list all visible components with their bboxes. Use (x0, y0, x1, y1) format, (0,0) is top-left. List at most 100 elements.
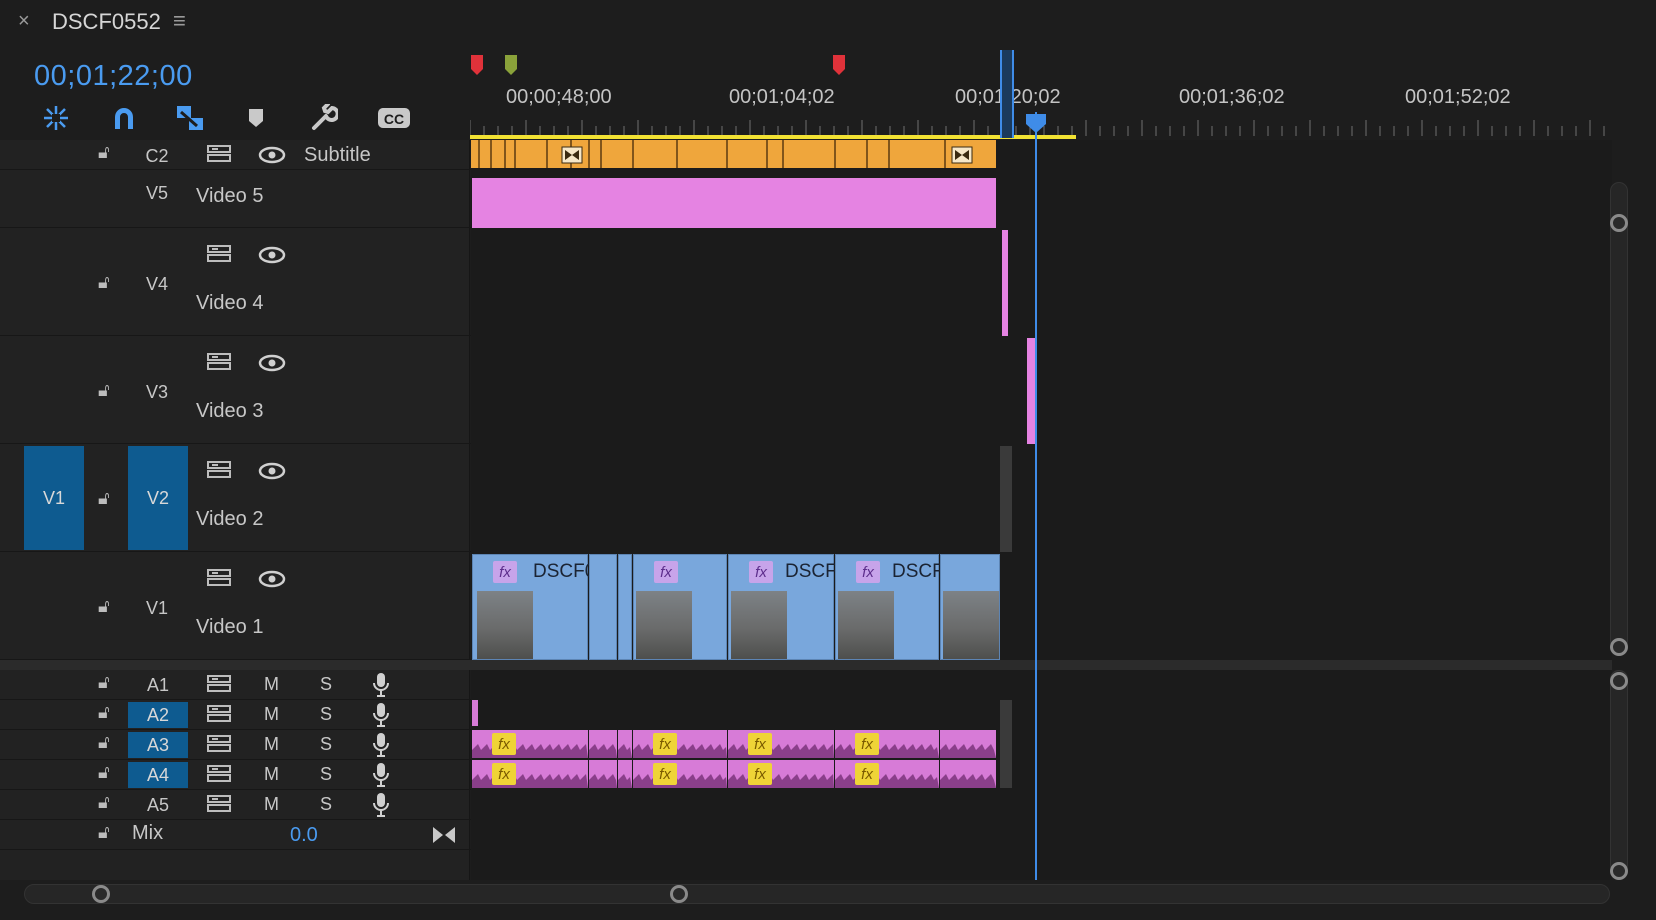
sync-lock-icon[interactable] (206, 460, 232, 485)
lock-icon[interactable]: 🔓︎ (98, 762, 110, 783)
audio-clip[interactable] (940, 760, 996, 788)
track-target-a5[interactable]: A5 (128, 792, 188, 818)
snap-in-sequence-icon[interactable] (38, 104, 74, 132)
marker-green[interactable] (504, 54, 518, 76)
video-clip[interactable]: fx DSCF (835, 554, 944, 660)
mute-button[interactable]: M (264, 734, 279, 755)
audio-clip[interactable] (618, 760, 632, 788)
audio-clip[interactable]: fx (835, 760, 939, 788)
zoom-right-handle[interactable] (670, 885, 688, 903)
sequence-tab-title[interactable]: DSCF0552 (52, 9, 161, 35)
track-id[interactable]: V4 (127, 274, 187, 295)
sync-lock-icon[interactable] (206, 734, 232, 759)
mute-button[interactable]: M (264, 764, 279, 785)
track-target-v2[interactable]: V2 (128, 446, 188, 550)
audio-clip[interactable] (940, 730, 996, 758)
solo-button[interactable]: S (320, 764, 332, 785)
eye-icon[interactable] (258, 246, 286, 269)
sync-lock-icon[interactable] (206, 568, 232, 593)
track-target-a4[interactable]: A4 (128, 762, 188, 788)
playhead-timecode[interactable]: 00;01;22;00 (34, 60, 193, 93)
transition-icon[interactable] (561, 146, 583, 169)
video-clip[interactable] (618, 554, 632, 660)
microphone-icon[interactable] (372, 762, 390, 793)
audio-clip[interactable]: fx (835, 730, 939, 758)
wrench-icon[interactable] (306, 104, 342, 132)
lock-icon[interactable]: 🔓︎ (98, 702, 110, 723)
video-clip[interactable] (940, 554, 1000, 660)
playhead-handle[interactable] (1024, 112, 1048, 134)
video-clip[interactable]: fx DSCF0 (472, 554, 595, 660)
video-clip[interactable]: fx (633, 554, 727, 660)
close-tab-button[interactable]: × (18, 10, 30, 33)
eye-icon[interactable] (258, 570, 286, 593)
sync-lock-icon[interactable] (206, 794, 232, 819)
eye-icon[interactable] (258, 462, 286, 485)
sync-lock-icon[interactable] (206, 352, 232, 377)
work-area-bar[interactable] (470, 135, 1076, 139)
mix-value[interactable]: 0.0 (290, 824, 318, 847)
mute-button[interactable]: M (264, 704, 279, 725)
lock-icon[interactable]: 🔓︎ (98, 822, 110, 843)
audio-clip[interactable] (472, 700, 478, 726)
source-patch-v1[interactable]: V1 (24, 446, 84, 550)
microphone-icon[interactable] (372, 792, 390, 823)
track-id[interactable]: V1 (127, 598, 187, 619)
scroll-handle[interactable] (1610, 638, 1628, 656)
lock-icon[interactable]: 🔓︎ (98, 672, 110, 693)
lock-icon[interactable]: 🔓︎ (98, 792, 110, 813)
track-target-a1[interactable]: A1 (128, 672, 188, 698)
audio-clip[interactable]: fx (472, 760, 588, 788)
mute-button[interactable]: M (264, 794, 279, 815)
audio-clip[interactable] (589, 760, 617, 788)
panel-menu-icon[interactable]: ≡ (173, 8, 186, 34)
scroll-handle[interactable] (1610, 672, 1628, 690)
sync-lock-icon[interactable] (206, 244, 232, 269)
microphone-icon[interactable] (372, 672, 390, 703)
audio-clip[interactable] (618, 730, 632, 758)
go-to-in-out-icon[interactable] (432, 826, 456, 849)
mute-button[interactable]: M (264, 674, 279, 695)
video-clip[interactable] (589, 554, 617, 660)
scroll-handle[interactable] (1610, 862, 1628, 880)
audio-clip[interactable] (589, 730, 617, 758)
track-id[interactable]: V5 (127, 183, 187, 204)
in-out-range[interactable] (1000, 50, 1014, 138)
linked-selection-icon[interactable] (172, 104, 208, 132)
track-target-a3[interactable]: A3 (128, 732, 188, 758)
horizontal-zoom-scrollbar[interactable] (24, 884, 1610, 904)
audio-vertical-scrollbar[interactable] (1610, 670, 1628, 874)
playhead-line[interactable] (1035, 112, 1037, 880)
video4-clip[interactable] (1002, 230, 1008, 336)
eye-icon[interactable] (258, 146, 286, 169)
sync-lock-icon[interactable] (206, 144, 232, 169)
video5-clip[interactable] (472, 178, 996, 228)
marker-red[interactable] (832, 54, 846, 76)
track-id[interactable]: C2 (127, 146, 187, 167)
lock-icon[interactable]: 🔓︎ (98, 380, 110, 401)
audio-clip[interactable]: fx (728, 760, 834, 788)
microphone-icon[interactable] (372, 732, 390, 763)
microphone-icon[interactable] (372, 702, 390, 733)
lock-icon[interactable]: 🔓︎ (98, 488, 110, 509)
track-target-a2[interactable]: A2 (128, 702, 188, 728)
lock-icon[interactable]: 🔓︎ (98, 596, 110, 617)
zoom-left-handle[interactable] (92, 885, 110, 903)
transition-icon[interactable] (951, 146, 973, 169)
video-vertical-scrollbar[interactable] (1610, 182, 1628, 650)
audio-clip[interactable]: fx (633, 730, 727, 758)
audio-clip[interactable]: fx (728, 730, 834, 758)
solo-button[interactable]: S (320, 734, 332, 755)
audio-clip[interactable]: fx (633, 760, 727, 788)
add-marker-icon[interactable] (238, 104, 274, 132)
video-clip[interactable]: fx DSCF (728, 554, 837, 660)
sync-lock-icon[interactable] (206, 704, 232, 729)
magnet-icon[interactable] (106, 104, 142, 132)
scroll-handle[interactable] (1610, 214, 1628, 232)
track-id[interactable]: V3 (127, 382, 187, 403)
solo-button[interactable]: S (320, 704, 332, 725)
lock-icon[interactable]: 🔓︎ (98, 732, 110, 753)
solo-button[interactable]: S (320, 794, 332, 815)
subtitle-clip[interactable] (471, 140, 996, 168)
audio-clip[interactable]: fx (472, 730, 588, 758)
